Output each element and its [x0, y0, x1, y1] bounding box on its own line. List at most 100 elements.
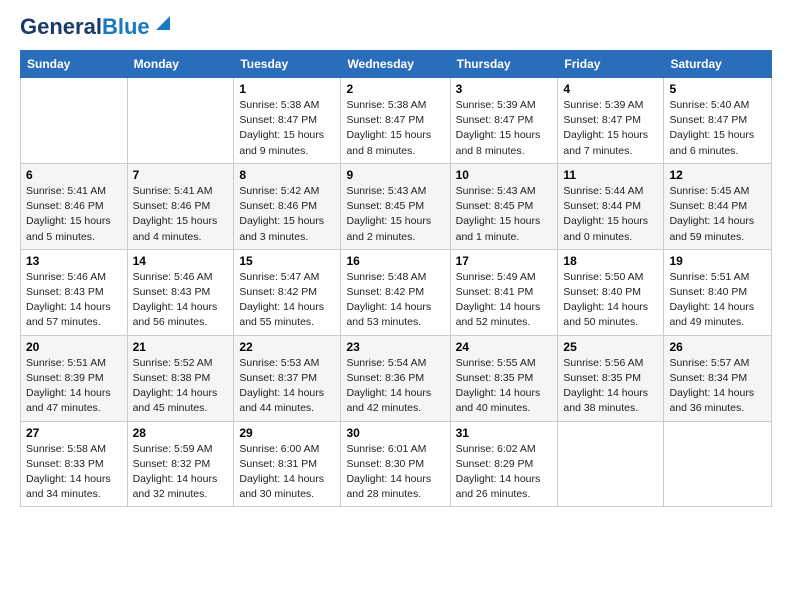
calendar-day: 10 Sunrise: 5:43 AM Sunset: 8:45 PM Dayli… [450, 163, 558, 249]
calendar-day: 13 Sunrise: 5:46 AM Sunset: 8:43 PM Dayli… [21, 249, 128, 335]
calendar-day: 4 Sunrise: 5:39 AM Sunset: 8:47 PM Daylig… [558, 78, 664, 164]
calendar-day [21, 78, 128, 164]
day-number: 27 [26, 426, 122, 440]
day-number: 23 [346, 340, 444, 354]
calendar-day: 20Sunrise: 5:51 AM Sunset: 8:39 PM Dayli… [21, 335, 128, 421]
weekday-header-sunday: Sunday [21, 51, 128, 78]
day-info: Sunrise: 5:51 AM Sunset: 8:40 PM Dayligh… [669, 270, 766, 331]
calendar-day: 9 Sunrise: 5:43 AM Sunset: 8:45 PM Daylig… [341, 163, 450, 249]
calendar-day: 5 Sunrise: 5:40 AM Sunset: 8:47 PM Daylig… [664, 78, 772, 164]
day-info: Sunrise: 5:50 AM Sunset: 8:40 PM Dayligh… [563, 270, 658, 331]
day-number: 7 [133, 168, 229, 182]
day-info: Sunrise: 5:51 AM Sunset: 8:39 PM Dayligh… [26, 356, 122, 417]
day-number: 25 [563, 340, 658, 354]
day-info: Sunrise: 6:02 AM Sunset: 8:29 PM Dayligh… [456, 442, 553, 503]
calendar-day: 6 Sunrise: 5:41 AM Sunset: 8:46 PM Daylig… [21, 163, 128, 249]
calendar-day: 21 Sunrise: 5:52 AM Sunset: 8:38 PM Dayli… [127, 335, 234, 421]
calendar-day: 12 Sunrise: 5:45 AM Sunset: 8:44 PM Dayli… [664, 163, 772, 249]
day-info: Sunrise: 5:49 AM Sunset: 8:41 PM Dayligh… [456, 270, 553, 331]
day-number: 3 [456, 82, 553, 96]
day-number: 4 [563, 82, 658, 96]
calendar-day: 14 Sunrise: 5:46 AM Sunset: 8:43 PM Dayli… [127, 249, 234, 335]
day-info: Sunrise: 5:54 AM Sunset: 8:36 PM Dayligh… [346, 356, 444, 417]
day-info: Sunrise: 5:48 AM Sunset: 8:42 PM Dayligh… [346, 270, 444, 331]
day-info: Sunrise: 5:38 AM Sunset: 8:47 PM Dayligh… [346, 98, 444, 159]
day-number: 15 [239, 254, 335, 268]
calendar-day: 16 Sunrise: 5:48 AM Sunset: 8:42 PM Dayli… [341, 249, 450, 335]
day-number: 21 [133, 340, 229, 354]
weekday-header-friday: Friday [558, 51, 664, 78]
calendar-week-1: 1 Sunrise: 5:38 AM Sunset: 8:47 PM Daylig… [21, 78, 772, 164]
weekday-header-wednesday: Wednesday [341, 51, 450, 78]
day-info: Sunrise: 5:45 AM Sunset: 8:44 PM Dayligh… [669, 184, 766, 245]
day-number: 6 [26, 168, 122, 182]
calendar-day: 22 Sunrise: 5:53 AM Sunset: 8:37 PM Dayli… [234, 335, 341, 421]
day-number: 13 [26, 254, 122, 268]
day-info: Sunrise: 5:46 AM Sunset: 8:43 PM Dayligh… [26, 270, 122, 331]
day-number: 28 [133, 426, 229, 440]
day-info: Sunrise: 5:39 AM Sunset: 8:47 PM Dayligh… [563, 98, 658, 159]
day-number: 29 [239, 426, 335, 440]
weekday-header-tuesday: Tuesday [234, 51, 341, 78]
calendar-table: SundayMondayTuesdayWednesdayThursdayFrid… [20, 50, 772, 507]
day-number: 30 [346, 426, 444, 440]
day-number: 22 [239, 340, 335, 354]
calendar-day: 17 Sunrise: 5:49 AM Sunset: 8:41 PM Dayli… [450, 249, 558, 335]
calendar-week-2: 6 Sunrise: 5:41 AM Sunset: 8:46 PM Daylig… [21, 163, 772, 249]
calendar-day: 28 Sunrise: 5:59 AM Sunset: 8:32 PM Dayli… [127, 421, 234, 507]
day-info: Sunrise: 5:41 AM Sunset: 8:46 PM Dayligh… [133, 184, 229, 245]
day-info: Sunrise: 5:57 AM Sunset: 8:34 PM Dayligh… [669, 356, 766, 417]
day-info: Sunrise: 5:41 AM Sunset: 8:46 PM Dayligh… [26, 184, 122, 245]
calendar-day: 23 Sunrise: 5:54 AM Sunset: 8:36 PM Dayli… [341, 335, 450, 421]
calendar-day: 7 Sunrise: 5:41 AM Sunset: 8:46 PM Daylig… [127, 163, 234, 249]
day-number: 8 [239, 168, 335, 182]
logo-icon [152, 12, 174, 34]
day-info: Sunrise: 5:46 AM Sunset: 8:43 PM Dayligh… [133, 270, 229, 331]
calendar-day: 26 Sunrise: 5:57 AM Sunset: 8:34 PM Dayli… [664, 335, 772, 421]
day-number: 14 [133, 254, 229, 268]
day-info: Sunrise: 6:00 AM Sunset: 8:31 PM Dayligh… [239, 442, 335, 503]
weekday-header-thursday: Thursday [450, 51, 558, 78]
calendar-day [664, 421, 772, 507]
day-number: 16 [346, 254, 444, 268]
calendar-day [127, 78, 234, 164]
day-info: Sunrise: 5:59 AM Sunset: 8:32 PM Dayligh… [133, 442, 229, 503]
day-number: 11 [563, 168, 658, 182]
weekday-header-saturday: Saturday [664, 51, 772, 78]
day-info: Sunrise: 5:39 AM Sunset: 8:47 PM Dayligh… [456, 98, 553, 159]
day-number: 17 [456, 254, 553, 268]
weekday-header-monday: Monday [127, 51, 234, 78]
day-number: 12 [669, 168, 766, 182]
day-number: 18 [563, 254, 658, 268]
calendar-week-5: 27 Sunrise: 5:58 AM Sunset: 8:33 PM Dayli… [21, 421, 772, 507]
day-info: Sunrise: 5:53 AM Sunset: 8:37 PM Dayligh… [239, 356, 335, 417]
calendar-day: 11 Sunrise: 5:44 AM Sunset: 8:44 PM Dayli… [558, 163, 664, 249]
day-number: 1 [239, 82, 335, 96]
day-info: Sunrise: 5:55 AM Sunset: 8:35 PM Dayligh… [456, 356, 553, 417]
calendar-day: 27 Sunrise: 5:58 AM Sunset: 8:33 PM Dayli… [21, 421, 128, 507]
day-number: 19 [669, 254, 766, 268]
day-info: Sunrise: 5:38 AM Sunset: 8:47 PM Dayligh… [239, 98, 335, 159]
logo: GeneralBlue [20, 16, 174, 38]
day-info: Sunrise: 5:43 AM Sunset: 8:45 PM Dayligh… [346, 184, 444, 245]
calendar-week-4: 20Sunrise: 5:51 AM Sunset: 8:39 PM Dayli… [21, 335, 772, 421]
day-info: Sunrise: 5:43 AM Sunset: 8:45 PM Dayligh… [456, 184, 553, 245]
day-info: Sunrise: 5:40 AM Sunset: 8:47 PM Dayligh… [669, 98, 766, 159]
day-number: 5 [669, 82, 766, 96]
day-info: Sunrise: 5:47 AM Sunset: 8:42 PM Dayligh… [239, 270, 335, 331]
logo-text: GeneralBlue [20, 16, 150, 38]
day-number: 26 [669, 340, 766, 354]
day-info: Sunrise: 5:56 AM Sunset: 8:35 PM Dayligh… [563, 356, 658, 417]
calendar-day: 30Sunrise: 6:01 AM Sunset: 8:30 PM Dayli… [341, 421, 450, 507]
day-info: Sunrise: 5:58 AM Sunset: 8:33 PM Dayligh… [26, 442, 122, 503]
calendar-day: 3 Sunrise: 5:39 AM Sunset: 8:47 PM Daylig… [450, 78, 558, 164]
calendar-day: 18 Sunrise: 5:50 AM Sunset: 8:40 PM Dayli… [558, 249, 664, 335]
day-info: Sunrise: 5:44 AM Sunset: 8:44 PM Dayligh… [563, 184, 658, 245]
calendar-day: 15 Sunrise: 5:47 AM Sunset: 8:42 PM Dayli… [234, 249, 341, 335]
calendar-day: 2Sunrise: 5:38 AM Sunset: 8:47 PM Daylig… [341, 78, 450, 164]
calendar-day: 8Sunrise: 5:42 AM Sunset: 8:46 PM Daylig… [234, 163, 341, 249]
day-number: 10 [456, 168, 553, 182]
day-info: Sunrise: 5:52 AM Sunset: 8:38 PM Dayligh… [133, 356, 229, 417]
day-number: 9 [346, 168, 444, 182]
page-header: GeneralBlue [20, 16, 772, 38]
